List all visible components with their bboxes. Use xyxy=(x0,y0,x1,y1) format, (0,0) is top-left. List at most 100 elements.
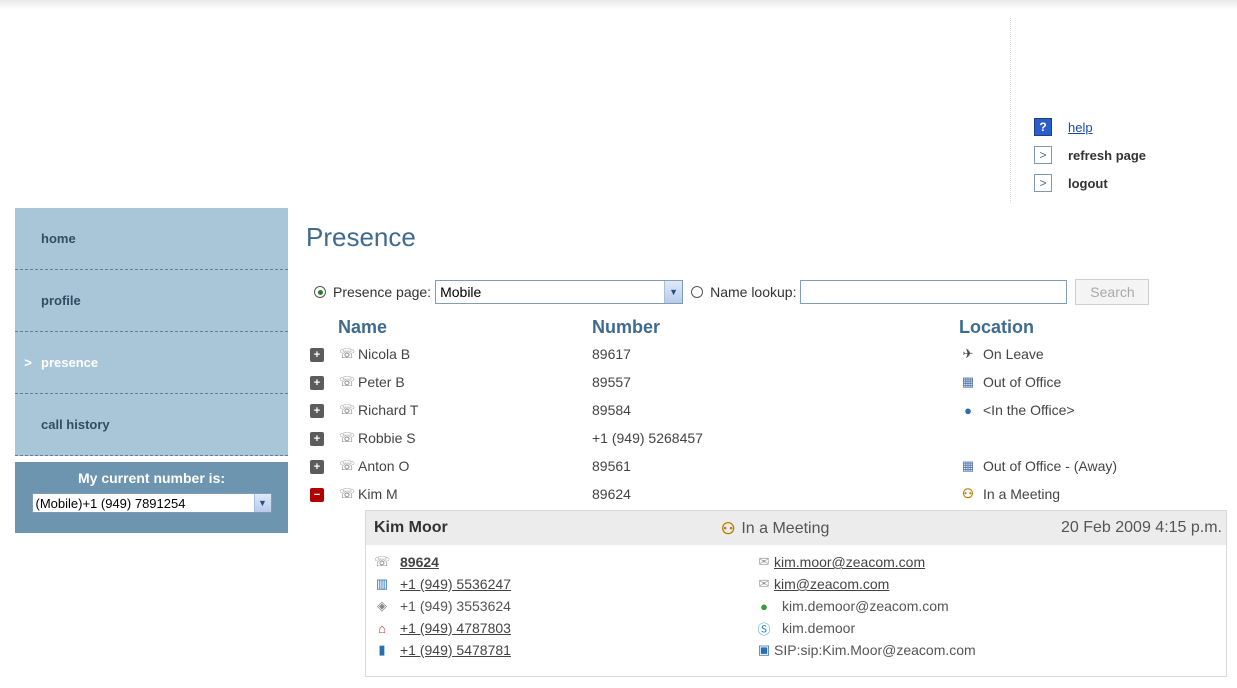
expand-icon[interactable]: + xyxy=(310,404,324,418)
fax-icon: ◈ xyxy=(377,598,387,613)
detail-phone-value[interactable]: 89624 xyxy=(400,554,439,570)
location-text: On Leave xyxy=(983,346,1044,362)
building-icon: ▦ xyxy=(961,458,975,473)
help-link-label[interactable]: help xyxy=(1068,120,1093,135)
location-text: Out of Office - (Away) xyxy=(983,458,1118,474)
contact-location: ▦ Out of Office xyxy=(960,374,1062,390)
search-button[interactable]: Search xyxy=(1075,279,1150,305)
location-text: In a Meeting xyxy=(983,486,1061,502)
detail-contact-value[interactable]: kim.moor@zeacom.com xyxy=(774,554,925,570)
detail-email-secondary[interactable]: ✉ kim@zeacom.com xyxy=(756,573,890,595)
name-lookup-input[interactable] xyxy=(800,280,1068,304)
sidebar-item-presence[interactable]: > presence xyxy=(15,332,288,394)
chevron-right-icon: > xyxy=(1034,174,1052,192)
contact-name[interactable]: Richard T xyxy=(358,402,418,418)
phone-icon: ☏ xyxy=(339,458,356,473)
sidebar-item-call-history[interactable]: call history xyxy=(15,394,288,456)
contact-location: ⚇ In a Meeting xyxy=(960,486,1060,502)
presence-page-select[interactable]: Mobile ▼ xyxy=(435,280,684,304)
presence-page-value: Mobile xyxy=(440,284,482,300)
sidebar: home profile > presence call history My … xyxy=(15,208,288,533)
detail-skype: Ⓢ kim.demoor xyxy=(756,617,855,639)
detail-email-primary[interactable]: ✉ kim.moor@zeacom.com xyxy=(756,551,926,573)
detail-phone-value: +1 (949) 3553624 xyxy=(400,598,511,614)
contact-location: ● <In the Office> xyxy=(960,402,1075,418)
refresh-page-label[interactable]: refresh page xyxy=(1068,148,1146,163)
expand-icon[interactable]: + xyxy=(310,432,324,446)
expand-icon[interactable]: + xyxy=(310,348,324,362)
contact-number: 89617 xyxy=(592,346,631,362)
header-divider xyxy=(1010,18,1011,203)
contact-name[interactable]: Peter B xyxy=(358,374,405,390)
detail-name: Kim Moor xyxy=(374,519,448,536)
presence-page-radio[interactable] xyxy=(314,286,326,298)
detail-contact-value[interactable]: kim@zeacom.com xyxy=(774,576,889,592)
sidebar-item-profile[interactable]: profile xyxy=(15,270,288,332)
presence-page-label: Presence page: xyxy=(333,284,432,300)
detail-contact-value: SIP:sip:Kim.Moor@zeacom.com xyxy=(774,642,976,658)
table-row: + ☏ Nicola B 89617 ✈ On Leave xyxy=(310,343,1210,367)
current-number-title: My current number is: xyxy=(77,470,226,486)
help-link[interactable]: ? help xyxy=(1034,113,1146,141)
contact-detail-panel: Kim Moor ⚇ In a Meeting 20 Feb 2009 4:15… xyxy=(365,510,1227,677)
detail-im: ● kim.demoor@zeacom.com xyxy=(756,595,949,617)
contact-name[interactable]: Nicola B xyxy=(358,346,410,362)
contact-name[interactable]: Anton O xyxy=(358,458,409,474)
name-lookup-radio[interactable] xyxy=(691,286,704,298)
logout-link[interactable]: > logout xyxy=(1034,169,1146,197)
detail-phone-fax: ◈ +1 (949) 3553624 xyxy=(374,595,511,617)
sidebar-item-label: call history xyxy=(41,417,110,432)
detail-phone-value[interactable]: +1 (949) 4787803 xyxy=(400,620,511,636)
expand-icon[interactable]: + xyxy=(310,460,324,474)
detail-phone-desk[interactable]: ☏ 89624 xyxy=(374,551,439,573)
expand-icon[interactable]: + xyxy=(310,376,324,390)
table-row: + ☏ Richard T 89584 ● <In the Office> xyxy=(310,399,1210,423)
chevron-down-icon[interactable]: ▼ xyxy=(253,494,271,512)
detail-phone-business[interactable]: ▥ +1 (949) 5536247 xyxy=(374,573,511,595)
contact-number: 89624 xyxy=(592,486,631,502)
current-number-select[interactable]: (Mobile)+1 (949) 7891254 ▼ xyxy=(31,493,272,513)
sip-icon: ▣ xyxy=(757,642,771,657)
home-icon: ⌂ xyxy=(378,620,386,636)
office-building-icon: ▥ xyxy=(375,576,389,591)
table-row: + ☏ Peter B 89557 ▦ Out of Office xyxy=(310,371,1210,395)
sidebar-item-label: presence xyxy=(41,355,99,370)
im-user-icon: ● xyxy=(760,598,768,614)
contact-location: ✈ On Leave xyxy=(960,346,1044,362)
refresh-page-link[interactable]: > refresh page xyxy=(1034,141,1146,169)
location-text: <In the Office> xyxy=(983,402,1075,418)
column-header-location[interactable]: Location xyxy=(959,317,1034,338)
detail-header: Kim Moor ⚇ In a Meeting 20 Feb 2009 4:15… xyxy=(366,511,1226,545)
contact-location: ▦ Out of Office - (Away) xyxy=(960,458,1117,474)
table-row: + ☏ Anton O 89561 ▦ Out of Office - (Awa… xyxy=(310,455,1210,479)
chevron-right-icon: > xyxy=(24,355,32,370)
email-icon: ✉ xyxy=(758,576,770,591)
contact-name[interactable]: Robbie S xyxy=(358,430,416,446)
page-title: Presence xyxy=(306,222,416,252)
column-header-number[interactable]: Number xyxy=(592,317,660,338)
table-row: + ☏ Robbie S +1 (949) 5268457 xyxy=(310,427,1210,451)
skype-icon: Ⓢ xyxy=(757,621,771,637)
phone-icon: ☏ xyxy=(339,402,356,417)
detail-datetime: 20 Feb 2009 4:15 p.m. xyxy=(1061,519,1222,536)
contact-name[interactable]: Kim M xyxy=(358,486,398,502)
building-icon: ▦ xyxy=(961,374,975,389)
collapse-icon[interactable]: − xyxy=(310,488,324,502)
sidebar-item-home[interactable]: home xyxy=(15,208,288,270)
detail-phone-value[interactable]: +1 (949) 5478781 xyxy=(400,642,511,658)
column-header-name[interactable]: Name xyxy=(338,317,387,338)
detail-phone-home[interactable]: ⌂ +1 (949) 4787803 xyxy=(374,617,511,639)
top-links: ? help > refresh page > logout xyxy=(1034,113,1146,197)
chevron-right-icon: > xyxy=(1034,146,1052,164)
name-lookup-label: Name lookup: xyxy=(710,284,797,300)
plane-icon: ✈ xyxy=(962,346,974,361)
sidebar-item-label: profile xyxy=(41,293,81,308)
detail-phone-mobile[interactable]: ▮ +1 (949) 5478781 xyxy=(374,639,511,661)
detail-phone-value[interactable]: +1 (949) 5536247 xyxy=(400,576,511,592)
detail-contact-value: kim.demoor@zeacom.com xyxy=(782,598,949,614)
chevron-down-icon[interactable]: ▼ xyxy=(664,281,683,303)
logout-label[interactable]: logout xyxy=(1068,176,1108,191)
contact-number: +1 (949) 5268457 xyxy=(592,430,703,446)
detail-sip: ▣ SIP:sip:Kim.Moor@zeacom.com xyxy=(756,639,976,661)
main-content: Presence Presence page: Mobile ▼ Name lo… xyxy=(292,208,1237,678)
